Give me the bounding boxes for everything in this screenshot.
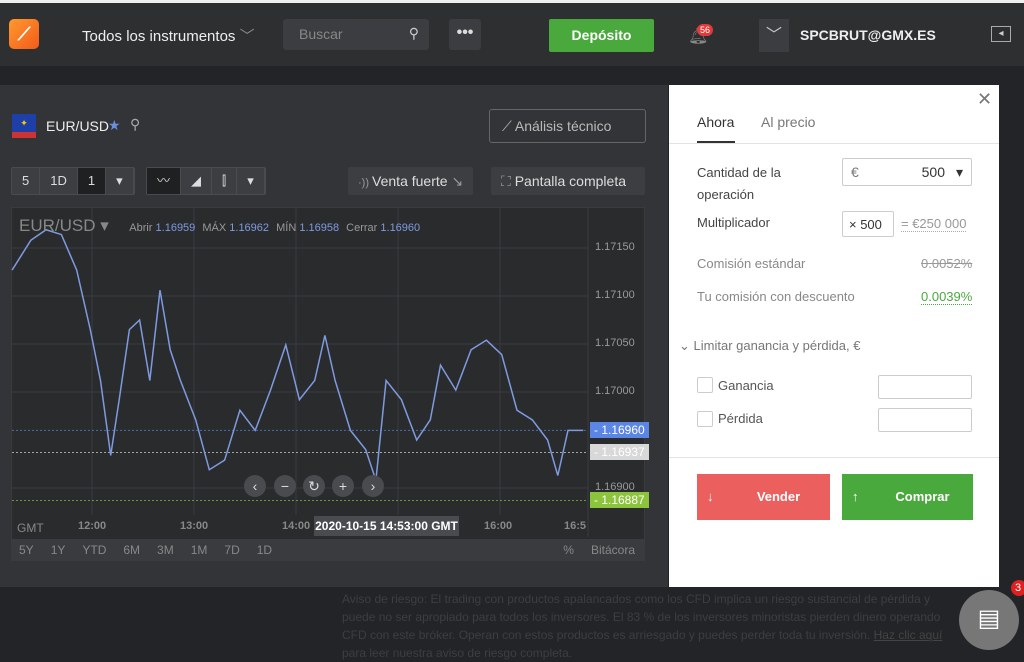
price-line [11,228,584,481]
timezone-label: GMT [17,521,44,535]
ohlc-legend: EUR/USD ▾ Abrir 1.16959 MÁX 1.16962 MÍN … [19,216,421,235]
crosshair-time: 2020-10-15 14:53:00 GMT [314,516,459,536]
range-ytd[interactable]: YTD [82,543,106,557]
y-tick-label: 1.17050 [595,337,635,349]
scroll-left-button[interactable]: ‹ [244,475,266,497]
std-fee-label: Comisión estándar [697,256,806,271]
range-5y[interactable]: 5Y [19,543,34,557]
price-tag: - 1.16937 [590,444,649,461]
range-1d[interactable]: 1D [257,543,272,557]
chat-icon[interactable]: ▤ [959,590,1019,650]
range-3m[interactable]: 3M [157,543,174,557]
risk-link[interactable]: Haz clic aquí [874,628,943,642]
multiplier-total: = €250 000 [901,216,967,232]
log-toggle[interactable]: Bitácora [591,543,635,557]
chart-symbol[interactable]: EUR/USD ▾ [19,216,109,235]
limit-toggle[interactable]: ⌄ Limitar ganancia y pérdida, € [679,338,860,354]
price-tag: - 1.16960 [590,422,649,439]
tab-now[interactable]: Ahora [697,114,734,130]
y-tick-label: 1.17150 [595,241,635,253]
percent-toggle[interactable]: % [563,543,574,557]
range-1y[interactable]: 1Y [51,543,66,557]
loss-input[interactable] [878,408,972,432]
zoom-out-button[interactable]: − [274,475,296,497]
price-tag: - 1.16887 [590,492,649,509]
divider [669,143,999,144]
loss-checkbox[interactable] [697,411,713,427]
range-bar: 5Y 1Y YTD 6M 3M 1M 7D 1D % Bitácora [11,539,645,561]
multiplier-select[interactable]: × 500 [842,211,894,237]
range-7d[interactable]: 7D [224,543,239,557]
chat-badge: 3 [1011,580,1024,596]
divider [669,457,999,458]
x-tick-label: 16:5 [564,520,587,532]
x-tick-label: 13:00 [180,520,209,532]
scroll-right-button[interactable]: › [362,475,384,497]
amount-label: Cantidad de la operación [697,165,781,202]
profit-label: Ganancia [718,378,774,393]
y-tick-label: 1.16900 [595,481,635,493]
chevron-down-icon: ⌄ [679,338,694,353]
y-tick-label: 1.17000 [595,385,635,397]
x-tick-label: 12:00 [78,520,107,532]
x-tick-label: 14:00 [282,520,311,532]
profit-checkbox[interactable] [697,377,713,393]
dropdown-icon: ▾ [955,164,963,180]
amount-select[interactable]: €500 ▾ [842,158,972,186]
sell-button[interactable]: ↓ Vender [697,474,830,520]
range-1m[interactable]: 1M [191,543,208,557]
close-icon[interactable]: ✕ [977,89,992,110]
buy-button[interactable]: ↑ Comprar [842,474,973,520]
x-tick-label: 16:00 [484,520,513,532]
discount-fee-label: Tu comisión con descuento [697,289,855,304]
zoom-in-button[interactable]: + [332,475,354,497]
range-6m[interactable]: 6M [123,543,140,557]
multiplier-label: Multiplicador [697,215,770,230]
reset-button[interactable]: ↻ [303,475,325,497]
y-tick-label: 1.17100 [595,289,635,301]
std-fee: 0.0052% [921,256,973,271]
profit-input[interactable] [878,375,972,399]
tab-at-price[interactable]: Al precio [761,114,815,130]
risk-warning: Aviso de riesgo: El trading con producto… [342,592,943,660]
discount-fee: 0.0039% [921,289,973,305]
loss-label: Pérdida [718,411,763,426]
